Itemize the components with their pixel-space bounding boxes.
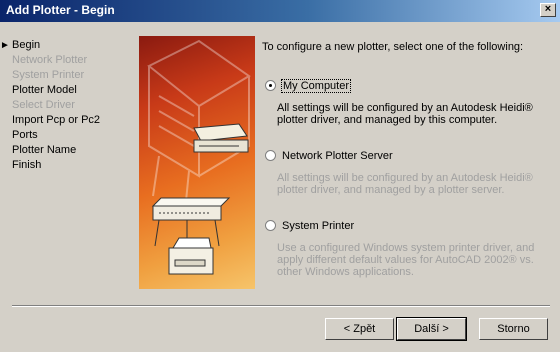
network-server-label[interactable]: Network Plotter Server xyxy=(282,150,393,162)
step-label: Begin xyxy=(12,39,41,51)
current-step-arrow-icon: ► xyxy=(0,40,10,51)
option-my-computer[interactable]: My Computer xyxy=(265,79,352,93)
close-icon: × xyxy=(544,3,552,15)
step-begin: ► Begin xyxy=(0,38,132,53)
option-network-plotter-server[interactable]: Network Plotter Server xyxy=(265,150,393,162)
my-computer-description: All settings will be configured by an Au… xyxy=(277,102,533,126)
option-system-printer[interactable]: System Printer xyxy=(265,220,354,232)
add-plotter-dialog: Add Plotter - Begin × ► Begin Network Pl… xyxy=(0,0,560,352)
plotter-illustration xyxy=(139,36,255,289)
system-printer-radio[interactable] xyxy=(265,220,276,231)
step-select-driver: Select Driver xyxy=(12,99,75,111)
wizard-steps: ► Begin Network Plotter System Printer P… xyxy=(0,38,132,173)
dialog-title: Add Plotter - Begin xyxy=(6,3,115,17)
step-system-printer: System Printer xyxy=(12,69,85,81)
step-import-pcp: Import Pcp or Pc2 xyxy=(12,114,101,126)
step-finish: Finish xyxy=(12,159,42,171)
step-network-plotter: Network Plotter xyxy=(12,54,88,66)
footer-divider xyxy=(12,305,550,307)
step-ports: Ports xyxy=(12,129,38,141)
system-printer-description: Use a configured Windows system printer … xyxy=(277,242,535,278)
network-server-radio[interactable] xyxy=(265,150,276,161)
step-plotter-model: Plotter Model xyxy=(12,84,77,96)
plotter-illustration-icon xyxy=(147,39,251,275)
cancel-button[interactable]: Storno xyxy=(479,318,548,340)
network-server-description: All settings will be configured by an Au… xyxy=(277,172,533,196)
next-button[interactable]: Další > xyxy=(396,317,467,341)
back-button[interactable]: < Zpět xyxy=(325,318,394,340)
my-computer-radio[interactable] xyxy=(265,80,276,91)
title-bar[interactable]: Add Plotter - Begin × xyxy=(0,0,560,22)
my-computer-label[interactable]: My Computer xyxy=(280,79,352,93)
system-printer-label[interactable]: System Printer xyxy=(282,220,354,232)
close-button[interactable]: × xyxy=(540,3,556,17)
step-plotter-name: Plotter Name xyxy=(12,144,77,156)
intro-text: To configure a new plotter, select one o… xyxy=(262,41,524,53)
